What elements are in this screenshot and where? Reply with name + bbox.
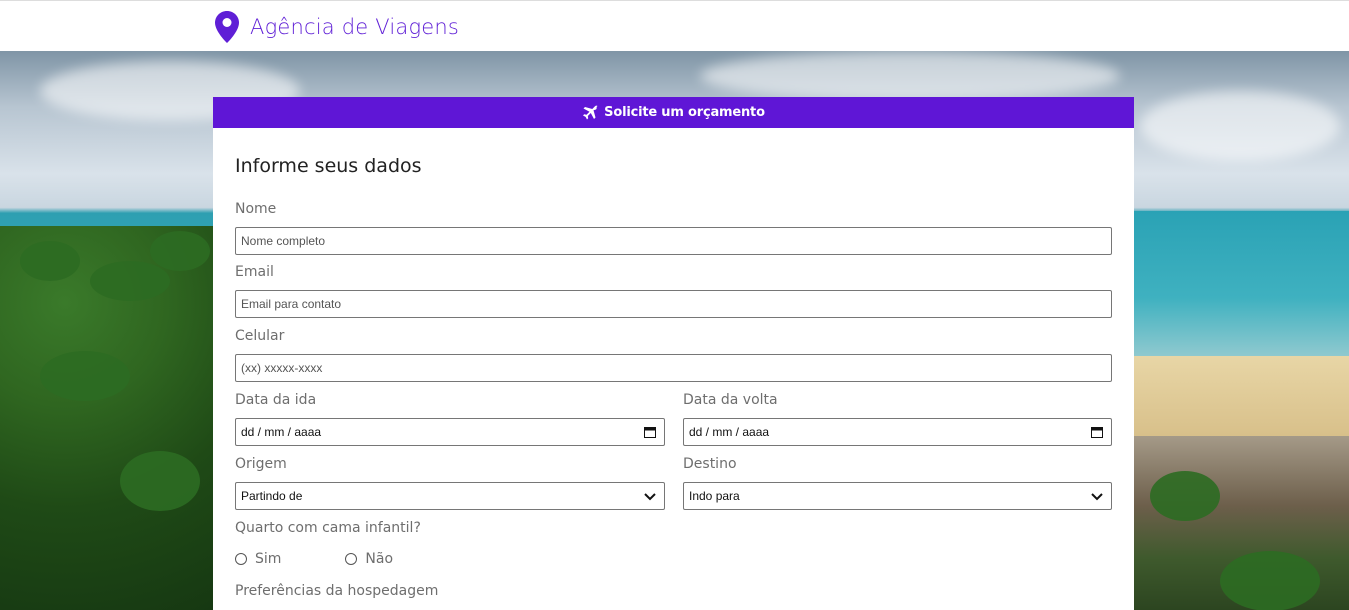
data-ida-label: Data da ida <box>235 392 317 408</box>
origem-select[interactable]: Partindo de <box>235 482 665 510</box>
quarto-radio-group: Sim Não <box>235 551 393 567</box>
quote-form-card: Solicite um orçamento Informe seus dados… <box>213 97 1134 610</box>
radio-sim[interactable] <box>235 553 247 565</box>
nome-label: Nome <box>235 201 277 217</box>
data-ida-value: dd / mm / aaaa <box>241 425 322 439</box>
map-pin-icon <box>215 11 239 43</box>
chevron-down-icon <box>1091 493 1103 501</box>
radio-sim-label: Sim <box>255 551 282 567</box>
destino-select[interactable]: Indo para <box>683 482 1112 510</box>
quarto-label: Quarto com cama infantil? <box>235 520 421 536</box>
data-volta-value: dd / mm / aaaa <box>689 425 770 439</box>
brand[interactable]: Agência de Viagens <box>215 11 459 43</box>
form-title: Informe seus dados <box>235 155 422 177</box>
calendar-icon[interactable] <box>1091 426 1103 438</box>
email-placeholder: Email para contato <box>241 297 342 311</box>
email-label: Email <box>235 264 274 280</box>
brand-name: Agência de Viagens <box>250 15 460 39</box>
nome-placeholder: Nome completo <box>241 234 326 248</box>
card-header: Solicite um orçamento <box>213 97 1134 128</box>
plane-icon <box>583 105 598 119</box>
data-volta-label: Data da volta <box>683 392 778 408</box>
origem-selected: Partindo de <box>241 489 303 503</box>
preferencias-label: Preferências da hospedagem <box>235 583 439 599</box>
destino-label: Destino <box>683 456 737 472</box>
calendar-icon[interactable] <box>644 426 656 438</box>
card-header-label: Solicite um orçamento <box>604 105 765 120</box>
data-volta-input[interactable]: dd / mm / aaaa <box>683 418 1112 446</box>
data-ida-input[interactable]: dd / mm / aaaa <box>235 418 665 446</box>
radio-nao[interactable] <box>345 553 358 565</box>
destino-selected: Indo para <box>689 489 740 503</box>
celular-input[interactable]: (xx) xxxxx-xxxx <box>235 354 1112 382</box>
email-input[interactable]: Email para contato <box>235 290 1112 318</box>
chevron-down-icon <box>644 493 656 501</box>
origem-label: Origem <box>235 456 287 472</box>
top-navbar: Agência de Viagens <box>0 0 1349 51</box>
celular-placeholder: (xx) xxxxx-xxxx <box>241 361 323 375</box>
nome-input[interactable]: Nome completo <box>235 227 1112 255</box>
radio-nao-label: Não <box>365 551 394 567</box>
celular-label: Celular <box>235 328 285 344</box>
